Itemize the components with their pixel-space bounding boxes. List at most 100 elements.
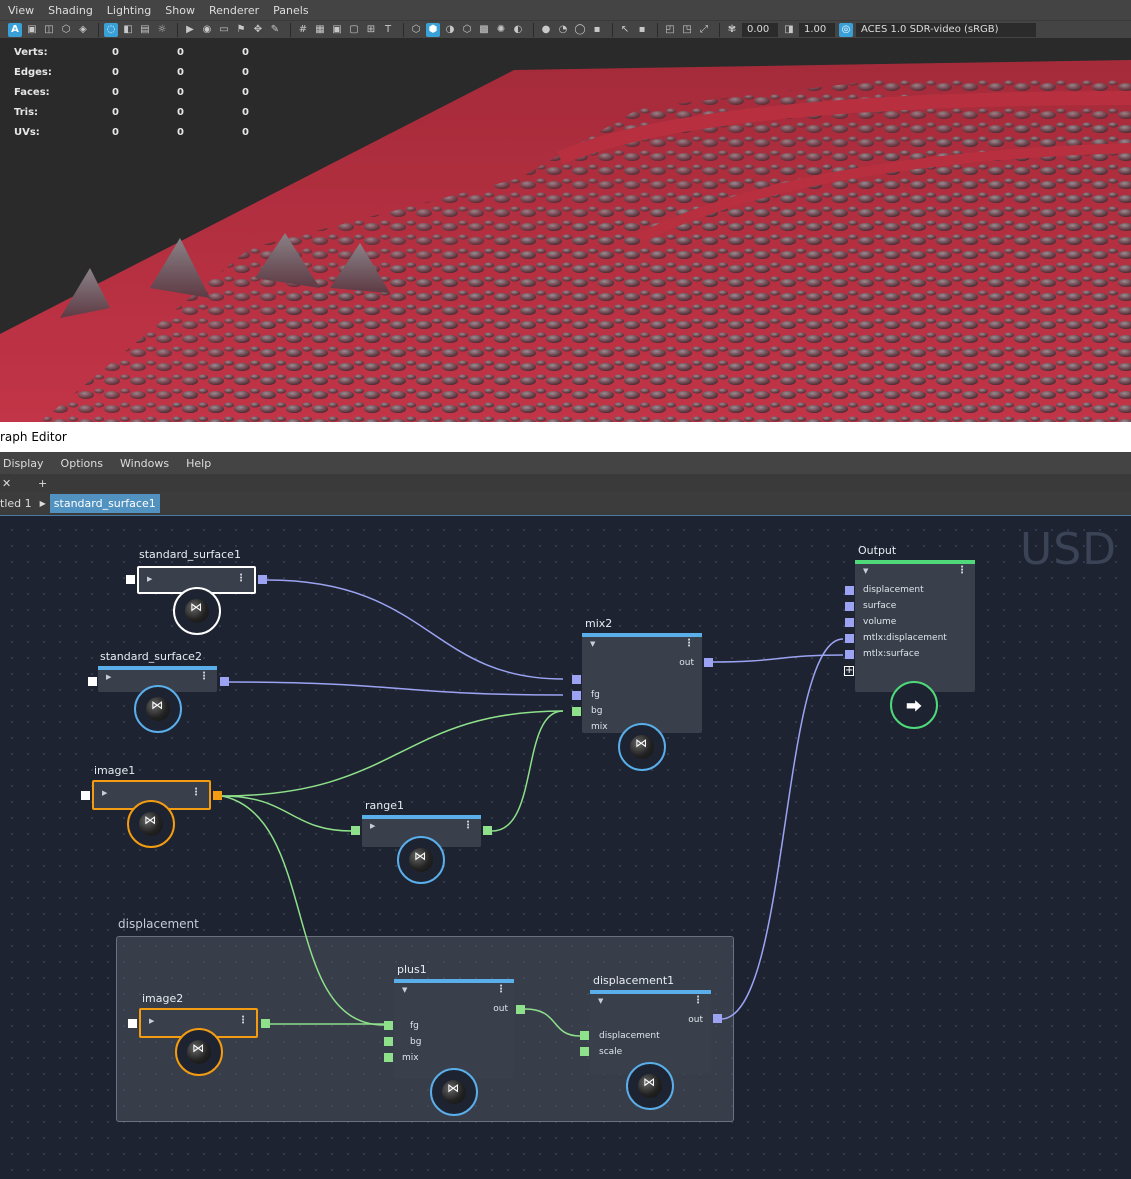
menu-view[interactable]: View [8,4,34,17]
input-port[interactable] [351,826,360,835]
node-menu-icon[interactable]: ⋮ [496,984,506,995]
shadows-icon[interactable]: ◐ [511,23,525,37]
input-port-mix[interactable] [572,707,581,716]
node-menu-icon[interactable]: ⋮ [693,995,703,1006]
exposure-icon[interactable]: ✾ [725,23,739,37]
xray-icon[interactable]: ⬡ [460,23,474,37]
input-port-mix[interactable] [384,1053,393,1062]
bookmark-flag-icon[interactable]: ⚑ [234,23,248,37]
output-port[interactable] [516,1005,525,1014]
select-camera-icon[interactable]: ▣ [25,23,39,37]
output-port[interactable] [220,677,229,686]
add-tab-button[interactable]: + [38,477,47,490]
layout-single-icon[interactable]: ◰ [663,23,677,37]
node-menu-icon[interactable]: ⋮ [957,565,967,576]
camera-attributes-icon[interactable]: A [8,22,22,37]
move-icon[interactable]: ✥ [251,23,265,37]
layout-four-icon[interactable]: ◳ [680,23,694,37]
output-port[interactable] [483,826,492,835]
expand-icon[interactable]: ▶ [102,789,107,797]
output-port[interactable] [213,791,222,800]
input-port-mtlx-displacement[interactable] [845,634,854,643]
input-port-fg[interactable] [384,1021,393,1030]
input-port-displacement[interactable] [580,1031,589,1040]
isolate-select-icon[interactable]: ↖ [618,23,632,37]
input-port-bg[interactable] [384,1037,393,1046]
textured-icon[interactable]: ▤ [138,23,152,37]
output-port[interactable] [713,1014,722,1023]
camera-icon[interactable]: ▶ [183,23,197,37]
menu-options[interactable]: Options [61,457,103,470]
menu-panels[interactable]: Panels [273,4,308,17]
close-tab-icon[interactable]: ✕ [2,477,22,490]
collapse-icon[interactable]: ▼ [590,640,595,648]
color-management-field[interactable]: ACES 1.0 SDR-video (sRGB) [856,22,1036,37]
frame-icon[interactable]: ⤢ [697,23,711,37]
3d-viewport[interactable]: Verts: 0 0 0 Edges: 0 0 0 Faces: 0 0 0 T… [0,38,1131,422]
input-port[interactable] [126,575,135,584]
expand-icon[interactable]: ▶ [106,673,111,681]
grid-icon[interactable]: # [296,23,310,37]
safe-action-icon[interactable]: ▣ [330,23,344,37]
exposure-field[interactable]: 0.00 [742,22,778,37]
input-port-bg[interactable] [572,691,581,700]
node-menu-icon[interactable]: ⋮ [236,573,246,584]
gamma-icon[interactable]: ◨ [782,23,796,37]
node-menu-icon[interactable]: ⋮ [684,638,694,649]
node-mix2[interactable]: ▼ ⋮ out fg bg mix [582,633,702,733]
texture-icon[interactable]: ▩ [477,23,491,37]
menu-renderer[interactable]: Renderer [209,4,259,17]
wireframe-cube-icon[interactable]: ⬡ [409,23,423,37]
node-plus1[interactable]: ▼ ⋮ out fg bg mix [394,979,514,1079]
output-port[interactable] [704,658,713,667]
node-menu-icon[interactable]: ⋮ [463,820,473,831]
menu-shading[interactable]: Shading [48,4,93,17]
node-graph-canvas[interactable]: USD displacement standard_surface1 ▶ ⋮ s… [0,515,1131,1179]
expand-icon[interactable]: ▶ [149,1017,154,1025]
input-port[interactable] [128,1019,137,1028]
light-bulb-icon[interactable]: ✺ [494,23,508,37]
input-port-fg[interactable] [572,675,581,684]
input-port-displacement[interactable] [845,586,854,595]
antialiasing-icon[interactable]: ◯ [573,23,587,37]
menu-display[interactable]: Display [3,457,44,470]
node-menu-icon[interactable]: ⋮ [238,1015,248,1026]
safe-title-icon[interactable]: ⊞ [364,23,378,37]
motion-blur-icon[interactable]: ◔ [556,23,570,37]
xray-joints-icon[interactable]: ▪ [635,23,649,37]
input-port[interactable] [81,791,90,800]
color-management-icon[interactable]: ◎ [839,22,853,37]
field-chart-icon[interactable]: ▢ [347,23,361,37]
collapse-icon[interactable]: ▼ [402,986,407,994]
input-port-mtlx-surface[interactable] [845,650,854,659]
shaded-cube-icon[interactable]: ⬢ [426,22,440,37]
breadcrumb-parent[interactable]: tled 1 [0,497,32,510]
input-port-surface[interactable] [845,602,854,611]
image-plane-icon[interactable]: ◫ [42,23,56,37]
output-port[interactable] [258,575,267,584]
breadcrumb-current[interactable]: standard_surface1 [49,494,160,513]
hud-icon[interactable]: T [381,23,395,37]
collapse-icon[interactable]: ▼ [863,567,868,575]
wireframe-toggle-icon[interactable]: ◌ [104,22,118,37]
ambient-occlusion-icon[interactable]: ● [539,23,553,37]
input-port-scale[interactable] [580,1047,589,1056]
pencil-icon[interactable]: ✎ [268,23,282,37]
output-port[interactable] [261,1019,270,1028]
node-menu-icon[interactable]: ⋮ [199,671,209,682]
lights-icon[interactable]: ☼ [155,23,169,37]
node-menu-icon[interactable]: ⋮ [191,787,201,798]
expand-icon[interactable]: ▶ [147,575,152,583]
wire-on-shaded-icon[interactable]: ◑ [443,23,457,37]
film-gate-icon[interactable]: ▦ [313,23,327,37]
input-port-volume[interactable] [845,618,854,627]
add-port-icon[interactable]: + [844,666,854,676]
expand-icon[interactable]: ▶ [370,822,375,830]
collapse-icon[interactable]: ▼ [598,997,603,1005]
node-output[interactable]: ▼ ⋮ displacement surface volume mtlx:dis… [855,560,975,692]
depth-of-field-icon[interactable]: ▪ [590,23,604,37]
smooth-shade-icon[interactable]: ◧ [121,23,135,37]
menu-lighting[interactable]: Lighting [107,4,151,17]
gamma-field[interactable]: 1.00 [799,22,835,37]
resolution-gate-icon[interactable]: ▭ [217,23,231,37]
